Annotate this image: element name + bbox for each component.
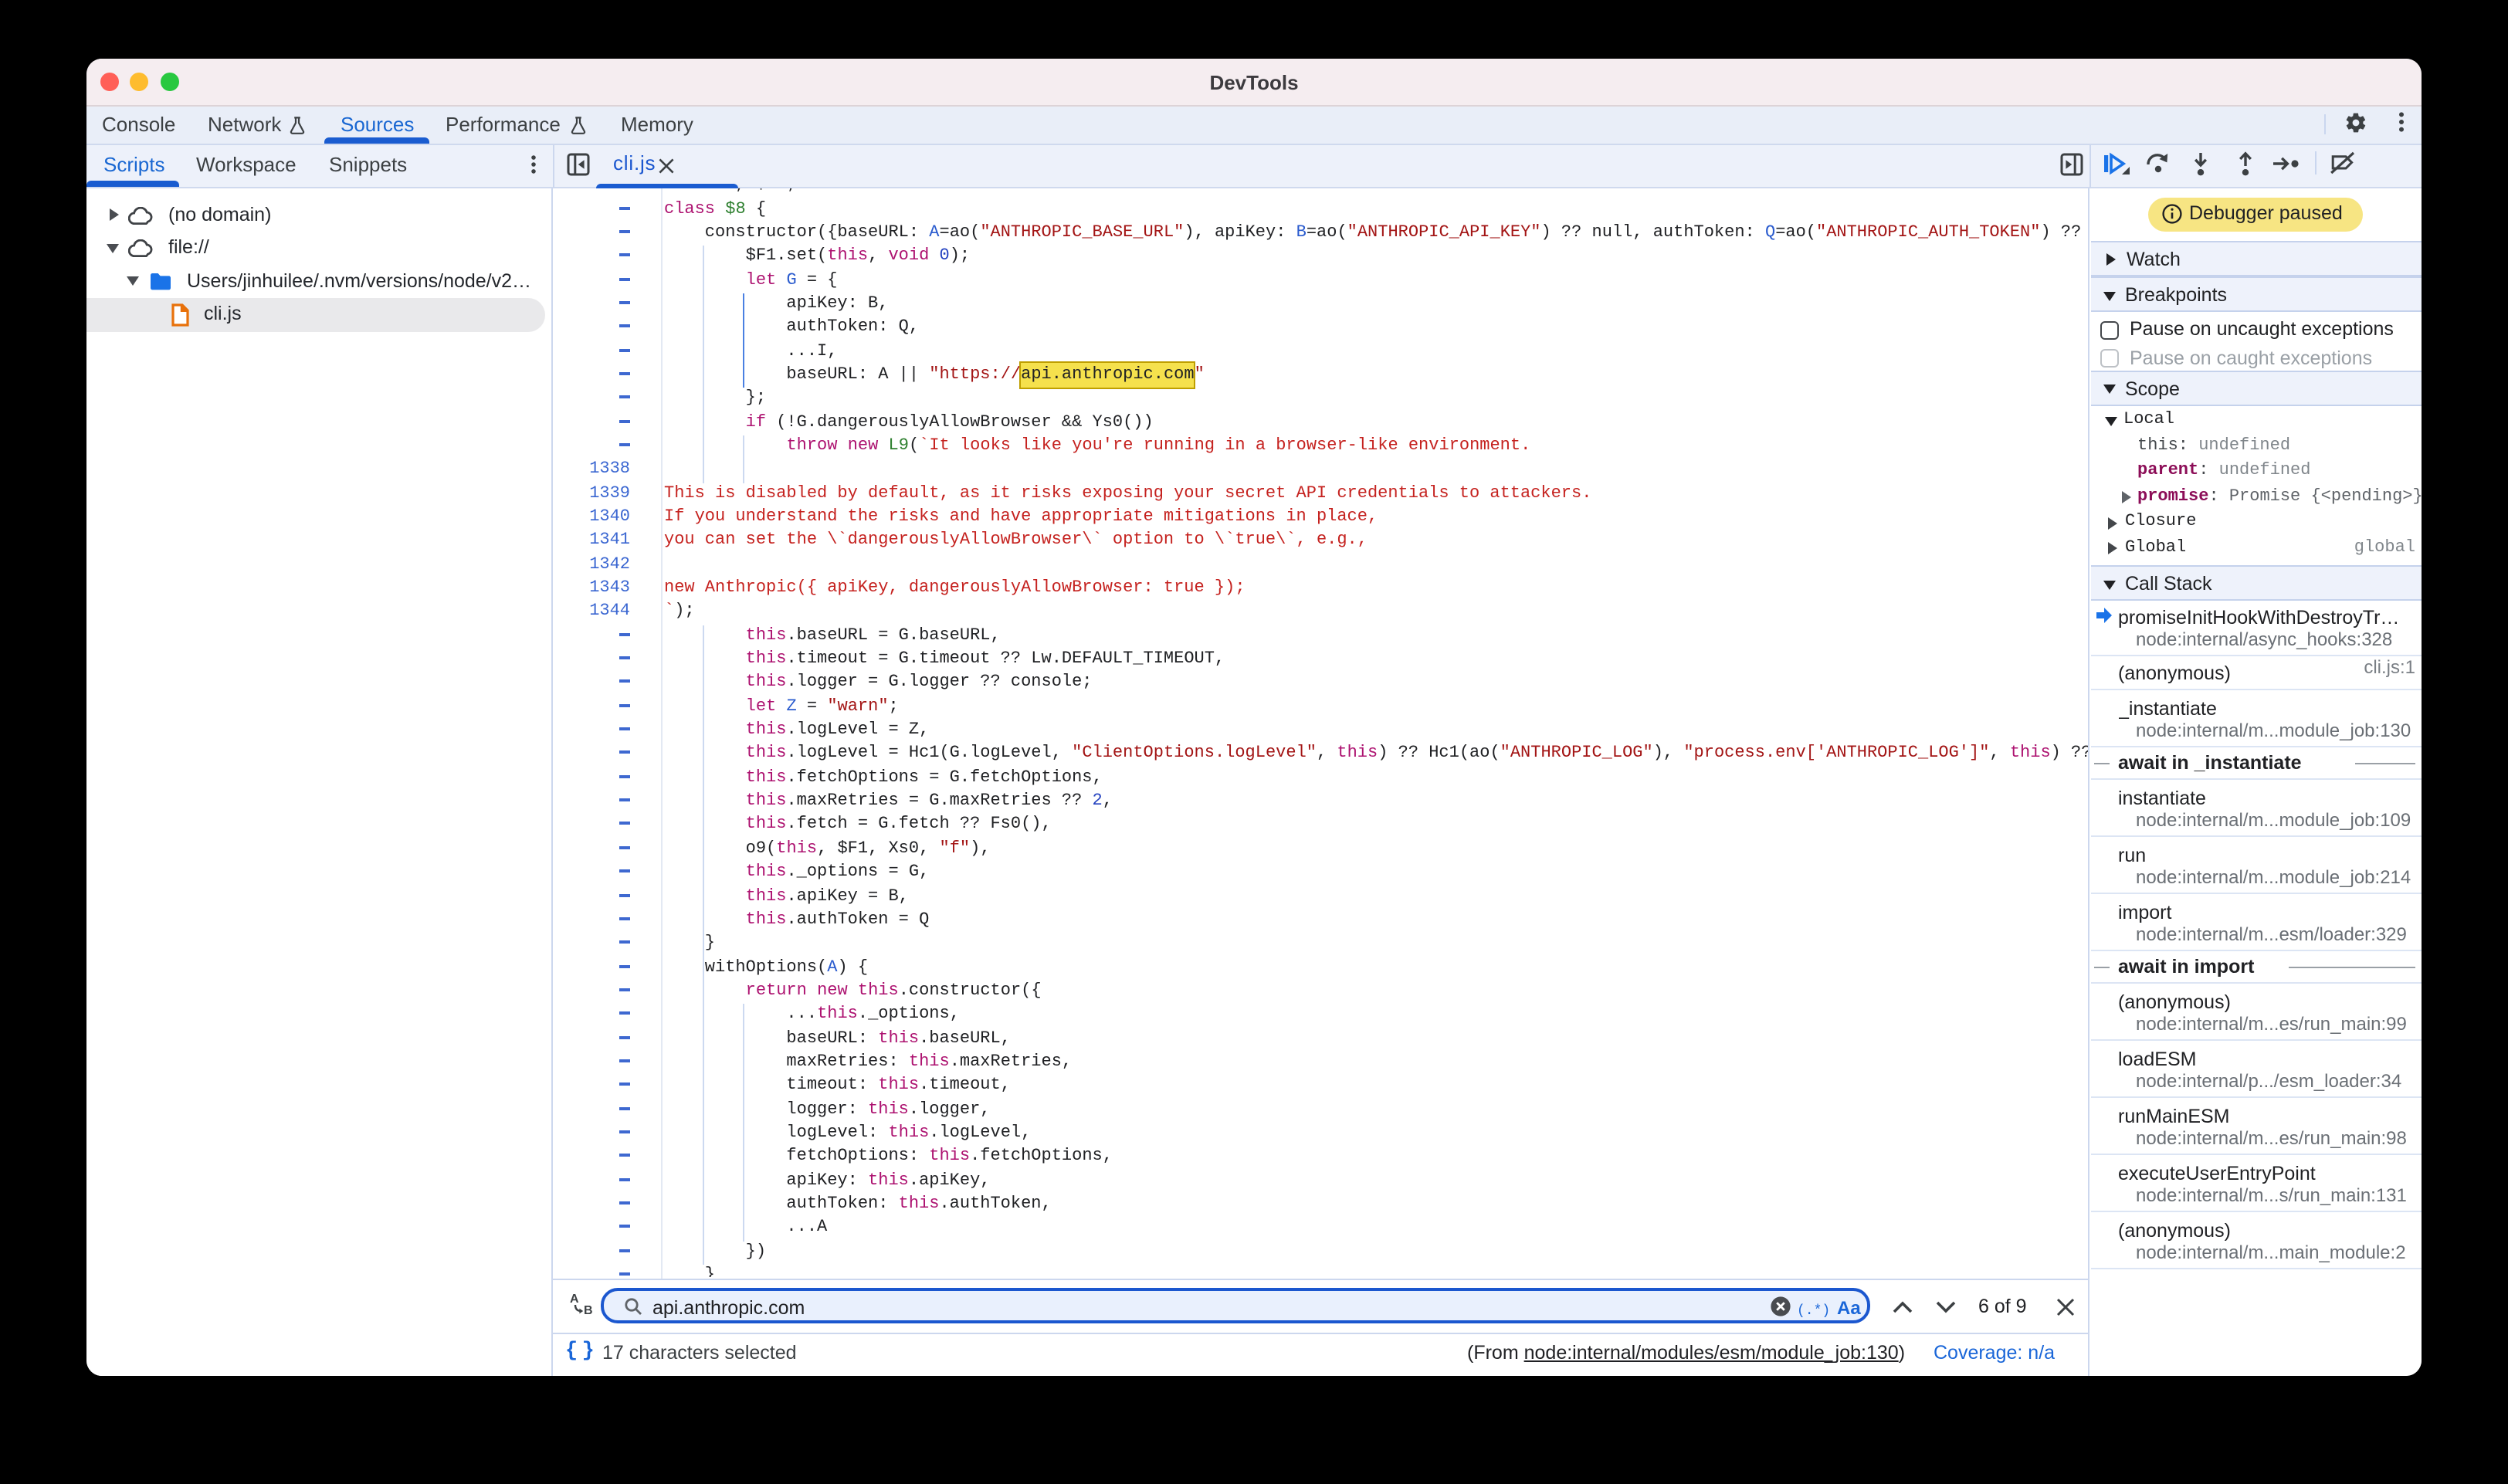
svg-text:A: A [570,1293,579,1306]
svg-text:B: B [584,1304,593,1316]
